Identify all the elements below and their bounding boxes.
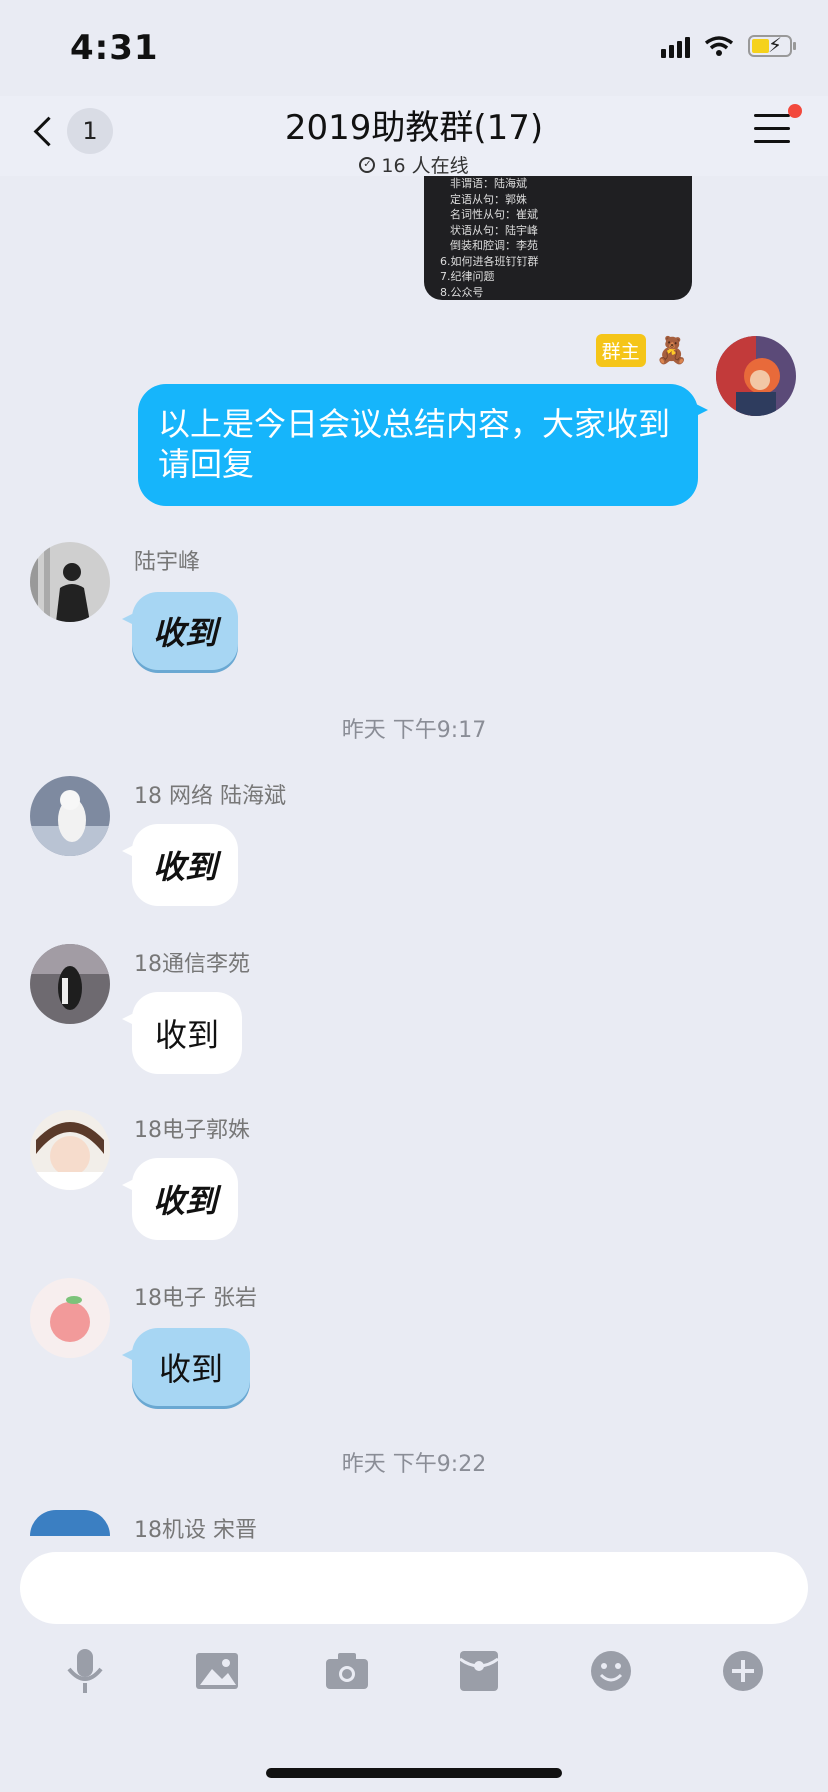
notification-dot [788,104,802,118]
sender-name: 18电子郭姝 [134,1118,250,1143]
group-owner-badge: 群主 [595,334,646,367]
sender-name: 18 网络 陆海斌 [134,784,286,809]
image-text-line: 非谓语：陆海斌 [450,177,527,190]
battery-icon: ⚡ [748,33,796,57]
red-packet-icon[interactable] [454,1646,504,1696]
image-text-line: 6.如何进各班钉钉群 [440,254,539,268]
online-count: 16 人在线 [381,155,469,177]
camera-icon[interactable] [322,1646,372,1696]
message-bubble[interactable]: 收到 [122,824,238,906]
sender-name: 18机设 宋晋 [134,1518,257,1543]
message-text: 收到 [152,1182,217,1220]
image-text-line: 状语从句：陆宇峰 [450,223,538,237]
sender-name: 陆宇峰 [134,550,201,575]
avatar[interactable] [30,542,110,622]
image-text-line: 名词性从句：崔斌 [450,208,538,221]
avatar[interactable] [30,1278,110,1358]
message-text: 收到 [152,614,217,652]
owner-message-bubble[interactable]: 以上是今日会议总结内容，大家收到请回复 [138,384,708,506]
cellular-signal-icon [661,34,690,58]
avatar[interactable] [30,1110,110,1190]
avatar[interactable] [30,944,110,1024]
menu-button[interactable] [754,114,790,153]
status-icons: ⚡ [661,33,796,58]
home-indicator[interactable] [266,1768,562,1778]
avatar[interactable] [30,776,110,856]
image-text-line: 定语从句：郭姝 [450,192,527,206]
image-text-line: 7.纪律问题 [440,270,495,283]
timestamp: 昨天 下午9:22 [341,1452,487,1477]
message-input[interactable] [20,1552,808,1624]
sender-name: 18通信李苑 [134,952,250,977]
message-bubble[interactable]: 收到 [122,592,238,670]
online-check-icon: ✓ [359,156,376,173]
wifi-icon [704,36,734,56]
chat-header: 1 2019助教群(17) ✓ 16 人在线 [0,96,828,178]
avatar[interactable] [716,336,796,416]
chat-title-area[interactable]: 2019助教群(17) ✓ 16 人在线 [0,100,828,178]
microphone-icon[interactable] [60,1646,110,1696]
plus-icon[interactable] [718,1646,768,1696]
emoji-icon[interactable] [586,1646,636,1696]
message-text: 收到 [158,1350,223,1388]
timestamp: 昨天 下午9:17 [341,718,487,743]
message-text: 收到 [152,848,217,886]
image-text-line: 倒装和腔调：李苑 [450,239,538,252]
message-bubble[interactable]: 收到 [122,1328,250,1406]
status-bar: 4:31 ⚡ [0,0,828,96]
image-icon[interactable] [192,1646,242,1696]
avatar[interactable] [30,1510,110,1536]
input-toolbar [0,1646,828,1706]
image-message[interactable]: 非谓语：陆海斌 定语从句：郭姝 名词性从句：崔斌 状语从句：陆宇峰 倒装和腔调：… [424,176,692,300]
image-text-line: 8.公众号 [440,285,484,299]
teddy-bear-icon: 🧸 [655,335,688,366]
message-text: 收到 [154,1016,219,1054]
message-bubble[interactable]: 收到 [122,992,242,1074]
message-bubble[interactable]: 收到 [122,1158,238,1240]
online-status: ✓ 16 人在线 [0,151,828,178]
owner-info: 群主 🧸 [595,334,688,367]
chat-title: 2019助教群(17) [284,108,544,148]
status-time: 4:31 [70,28,159,68]
sender-name: 18电子 张岩 [134,1286,257,1311]
